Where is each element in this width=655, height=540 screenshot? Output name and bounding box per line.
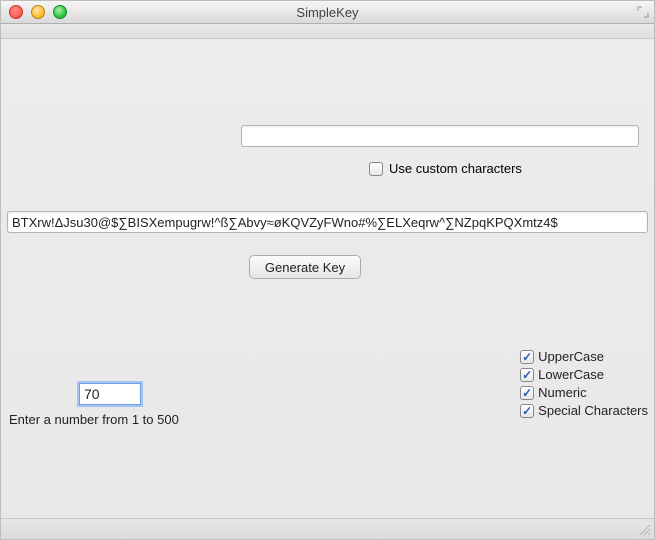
resize-grip-icon[interactable] (637, 522, 651, 536)
traffic-lights (9, 5, 67, 19)
uppercase-checkbox[interactable] (520, 350, 534, 364)
numeric-label: Numeric (538, 385, 586, 400)
window-title: SimpleKey (1, 5, 654, 20)
option-numeric-row: Numeric (520, 385, 648, 400)
length-hint-label: Enter a number from 1 to 500 (9, 412, 179, 427)
uppercase-label: UpperCase (538, 349, 604, 364)
option-uppercase-row: UpperCase (520, 349, 648, 364)
generated-key-output[interactable] (7, 211, 648, 233)
custom-characters-label: Use custom characters (389, 161, 522, 176)
zoom-icon[interactable] (53, 5, 67, 19)
custom-characters-row: Use custom characters (369, 161, 522, 176)
option-special-row: Special Characters (520, 403, 648, 418)
option-lowercase-row: LowerCase (520, 367, 648, 382)
length-input[interactable] (79, 383, 141, 405)
special-checkbox[interactable] (520, 404, 534, 418)
minimize-icon[interactable] (31, 5, 45, 19)
options-column: UpperCase LowerCase Numeric Special Char… (520, 349, 648, 418)
close-icon[interactable] (9, 5, 23, 19)
generate-key-button[interactable]: Generate Key (249, 255, 361, 279)
toolbar-strip (1, 24, 654, 39)
special-label: Special Characters (538, 403, 648, 418)
numeric-checkbox[interactable] (520, 386, 534, 400)
custom-characters-checkbox[interactable] (369, 162, 383, 176)
status-strip (1, 518, 654, 539)
fullscreen-icon[interactable] (637, 6, 649, 18)
custom-characters-input[interactable] (241, 125, 639, 147)
lowercase-label: LowerCase (538, 367, 604, 382)
content-area: Use custom characters Generate Key Upper… (1, 39, 654, 521)
app-window: SimpleKey Use custom characters Generate… (0, 0, 655, 540)
lowercase-checkbox[interactable] (520, 368, 534, 382)
titlebar: SimpleKey (1, 1, 654, 24)
